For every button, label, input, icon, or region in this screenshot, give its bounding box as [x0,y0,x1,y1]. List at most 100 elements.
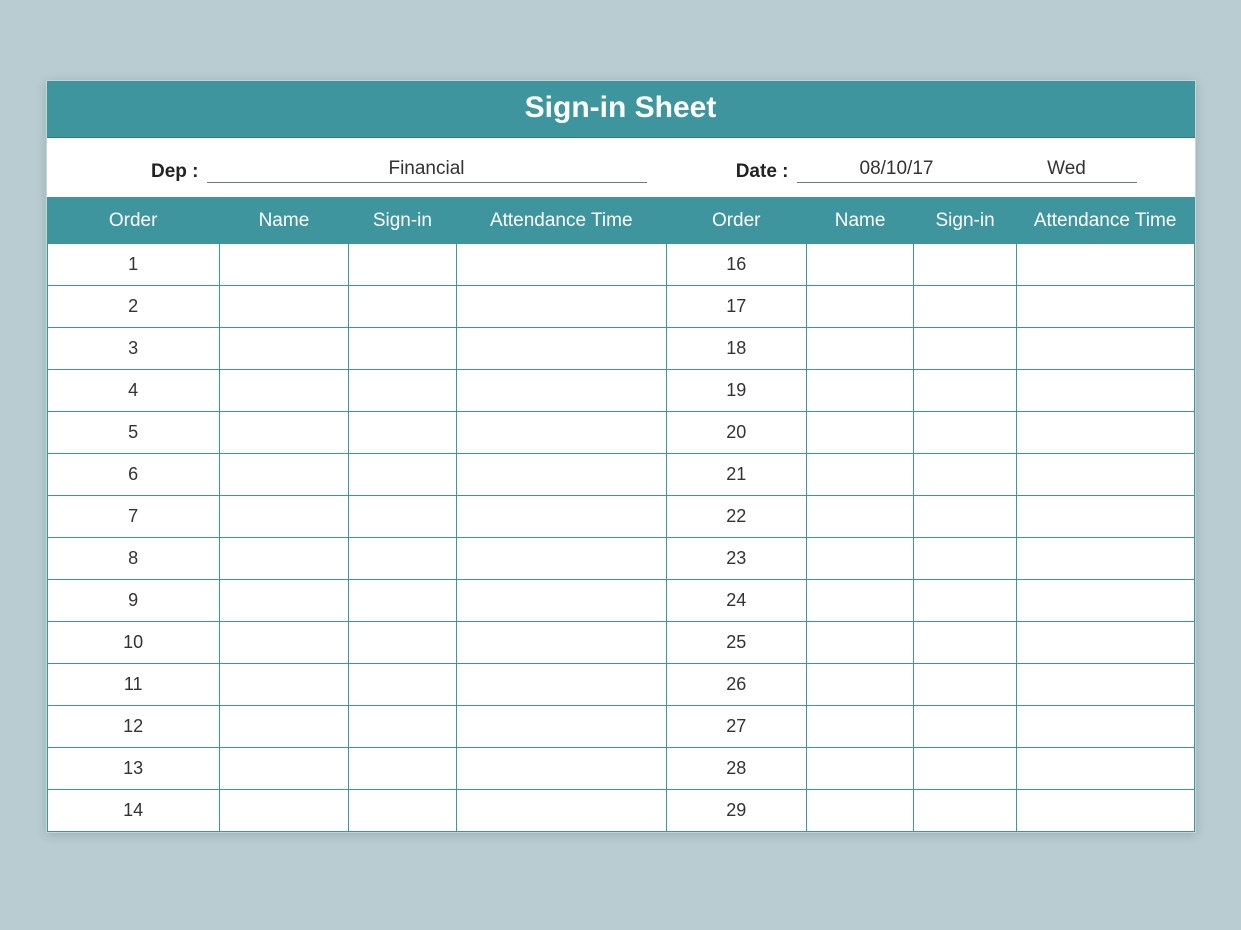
cell-order-right: 23 [666,538,806,580]
cell-order-right: 24 [666,580,806,622]
table-row: 14 29 [47,790,1194,832]
cell-signin-left [349,370,457,412]
cell-order-left: 10 [47,622,219,664]
cell-order-left: 3 [47,328,219,370]
cell-attendance-left [456,454,666,496]
table-row: 6 21 [47,454,1194,496]
cell-order-right: 27 [666,706,806,748]
cell-name-left [219,244,348,286]
cell-name-left [219,706,348,748]
cell-order-right: 29 [666,790,806,832]
cell-attendance-right [1016,454,1194,496]
table-row: 4 19 [47,370,1194,412]
cell-signin-right [914,244,1016,286]
cell-attendance-left [456,244,666,286]
cell-name-right [806,328,914,370]
cell-order-right: 16 [666,244,806,286]
cell-name-right [806,454,914,496]
cell-signin-right [914,538,1016,580]
cell-signin-right [914,790,1016,832]
cell-signin-left [349,454,457,496]
cell-signin-left [349,580,457,622]
cell-order-left: 4 [47,370,219,412]
attendance-table: Order Name Sign-in Attendance Time Order… [47,197,1195,832]
table-row: 520 [47,412,1194,454]
cell-attendance-right [1016,286,1194,328]
header-signin-left: Sign-in [349,198,457,244]
header-name-right: Name [806,198,914,244]
cell-attendance-right [1016,664,1194,706]
cell-signin-left [349,664,457,706]
dep-label: Dep : [67,161,207,183]
cell-attendance-right [1016,412,1194,454]
date-value: 08/10/17 [797,158,997,183]
cell-order-right: 17 [666,286,806,328]
cell-attendance-left [456,580,666,622]
cell-order-right: 21 [666,454,806,496]
cell-attendance-left [456,412,666,454]
cell-order-left: 5 [47,412,219,454]
header-attendance-right: Attendance Time [1016,198,1194,244]
signin-sheet: Sign-in Sheet Dep : Financial Date : 08/… [46,80,1196,833]
header-name-left: Name [219,198,348,244]
cell-attendance-right [1016,706,1194,748]
cell-name-left [219,454,348,496]
cell-order-right: 18 [666,328,806,370]
sheet-title: Sign-in Sheet [47,81,1195,138]
header-row: Order Name Sign-in Attendance Time Order… [47,198,1194,244]
cell-order-right: 28 [666,748,806,790]
header-order-left: Order [47,198,219,244]
cell-signin-right [914,370,1016,412]
cell-name-right [806,496,914,538]
cell-name-right [806,412,914,454]
header-signin-right: Sign-in [914,198,1016,244]
cell-attendance-left [456,706,666,748]
cell-order-left: 14 [47,790,219,832]
cell-order-right: 25 [666,622,806,664]
cell-attendance-right [1016,580,1194,622]
table-row: 924 [47,580,1194,622]
cell-name-left [219,748,348,790]
cell-order-left: 6 [47,454,219,496]
cell-name-right [806,286,914,328]
cell-name-left [219,370,348,412]
cell-attendance-left [456,286,666,328]
table-row: 1227 [47,706,1194,748]
cell-signin-right [914,496,1016,538]
table-row: 1126 [47,664,1194,706]
cell-attendance-right [1016,370,1194,412]
cell-signin-left [349,706,457,748]
cell-attendance-right [1016,748,1194,790]
cell-name-right [806,580,914,622]
cell-order-left: 8 [47,538,219,580]
cell-attendance-right [1016,622,1194,664]
cell-signin-left [349,790,457,832]
cell-name-right [806,790,914,832]
dep-value: Financial [207,158,647,183]
cell-attendance-left [456,790,666,832]
cell-name-right [806,244,914,286]
cell-signin-right [914,580,1016,622]
cell-attendance-right [1016,538,1194,580]
cell-signin-left [349,328,457,370]
cell-order-right: 22 [666,496,806,538]
cell-signin-left [349,244,457,286]
cell-signin-left [349,286,457,328]
cell-signin-right [914,664,1016,706]
cell-name-left [219,286,348,328]
cell-attendance-right [1016,496,1194,538]
cell-name-right [806,748,914,790]
cell-signin-left [349,748,457,790]
cell-name-left [219,664,348,706]
table-row: 1328 [47,748,1194,790]
cell-signin-left [349,496,457,538]
cell-order-left: 2 [47,286,219,328]
cell-attendance-right [1016,244,1194,286]
cell-order-left: 1 [47,244,219,286]
cell-order-right: 19 [666,370,806,412]
cell-name-left [219,496,348,538]
table-row: 10 25 [47,622,1194,664]
cell-signin-right [914,622,1016,664]
table-row: 722 [47,496,1194,538]
cell-attendance-left [456,664,666,706]
